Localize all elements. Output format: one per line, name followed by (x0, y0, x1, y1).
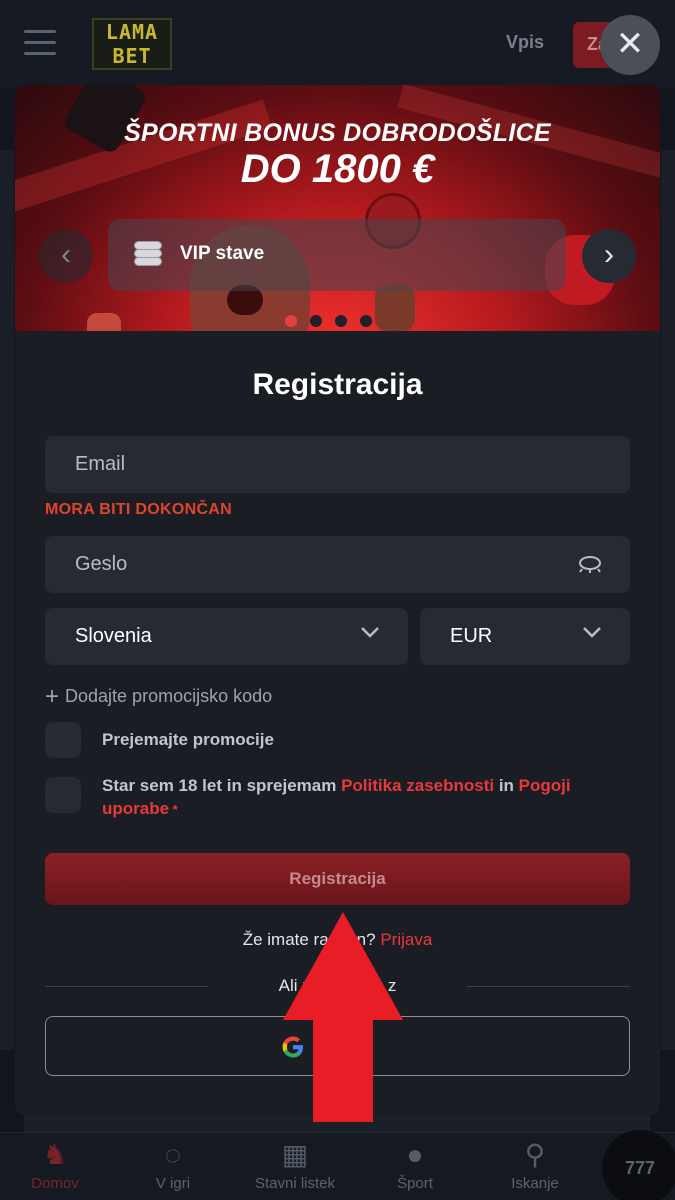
register-button[interactable]: Registracija (45, 853, 630, 905)
menu-icon[interactable] (24, 30, 56, 56)
logo[interactable]: LAMA BET (92, 18, 172, 70)
login-link[interactable]: Vpis (506, 32, 544, 53)
coins-icon (132, 237, 168, 273)
carousel-card[interactable]: VIP stave (108, 219, 566, 291)
divider (467, 986, 630, 987)
slots-bubble[interactable]: 777 (602, 1130, 675, 1200)
background-panel-right (661, 150, 675, 1050)
chevron-down-icon (361, 627, 379, 638)
required-mark: * (169, 802, 178, 817)
background-panel-left (0, 150, 14, 1050)
bottom-nav: ♞ Domov ◌ V igri ▦ Stavni listek ● Šport… (0, 1132, 675, 1200)
carousel-card-label: VIP stave (180, 243, 265, 264)
password-placeholder: Geslo (75, 553, 128, 575)
privacy-policy-link[interactable]: Politika zasebnosti (341, 776, 494, 795)
nav-item-home[interactable]: ♞ Domov (0, 1137, 110, 1192)
nav-label: Šport (397, 1175, 433, 1192)
nav-label: Domov (31, 1175, 79, 1192)
eye-icon[interactable] (578, 554, 602, 574)
nav-item-betslip[interactable]: ▦ Stavni listek (240, 1137, 350, 1192)
live-icon: ◌ (164, 1139, 182, 1170)
search-icon: ⚲ (524, 1139, 546, 1170)
country-value: Slovenia (75, 625, 152, 647)
email-field[interactable]: Email (45, 436, 630, 493)
promotions-checkbox[interactable] (45, 722, 81, 758)
logo-line-2: BET (112, 44, 152, 68)
nav-label: Stavni listek (254, 1175, 336, 1192)
currency-select[interactable]: EUR (420, 608, 630, 665)
form-title: Registracija (252, 368, 423, 401)
carousel-next-button[interactable]: › (582, 229, 636, 283)
carousel-dot[interactable] (310, 315, 322, 327)
email-placeholder: Email (75, 453, 126, 475)
app-header: LAMA BET Vpis Za (0, 0, 675, 88)
carousel-dot[interactable] (285, 315, 297, 327)
nav-item-search[interactable]: ⚲ Iskanje (480, 1137, 590, 1192)
carousel-dots (285, 314, 385, 331)
carousel-dot[interactable] (360, 315, 372, 327)
promo-banner[interactable]: ŠPORTNI BONUS DOBRODOŠLICE DO 1800 € VIP… (15, 85, 660, 331)
llama-icon: ♞ (42, 1139, 68, 1170)
promotions-label: Prejemajte promocije (102, 730, 274, 749)
chevron-down-icon (583, 627, 601, 638)
country-select[interactable]: Slovenia (45, 608, 408, 665)
banner-amount: DO 1800 € (240, 147, 435, 191)
nav-label: V igri (155, 1175, 191, 1192)
terms-checkbox[interactable] (45, 777, 81, 813)
chevron-right-icon: › (604, 238, 614, 271)
nav-item-live[interactable]: ◌ V igri (118, 1137, 228, 1192)
carousel-prev-button[interactable]: ‹ (39, 229, 93, 283)
currency-value: EUR (450, 625, 493, 647)
banner-title: ŠPORTNI BONUS DOBRODOŠLICE (124, 119, 551, 147)
email-error: MORA BITI DOKONČAN (45, 501, 233, 518)
close-icon: ✕ (615, 25, 645, 63)
ticket-icon: ▦ (281, 1139, 309, 1170)
carousel-dot[interactable] (335, 315, 347, 327)
logo-line-1: LAMA (105, 20, 159, 44)
add-promo-code-link[interactable]: + Dodajte promocijsko kodo (45, 683, 272, 711)
terms-label: Star sem 18 let in sprejemam Politika za… (102, 776, 571, 818)
red-arrow-annotation (283, 912, 403, 1122)
nav-item-sport[interactable]: ● Šport (360, 1137, 470, 1192)
plus-icon: + (45, 683, 60, 710)
close-button[interactable]: ✕ (600, 15, 660, 75)
basketball-icon: ● (406, 1139, 424, 1170)
nav-label: Iskanje (511, 1175, 559, 1192)
password-field[interactable]: Geslo (45, 536, 630, 593)
chevron-left-icon: ‹ (61, 238, 71, 271)
